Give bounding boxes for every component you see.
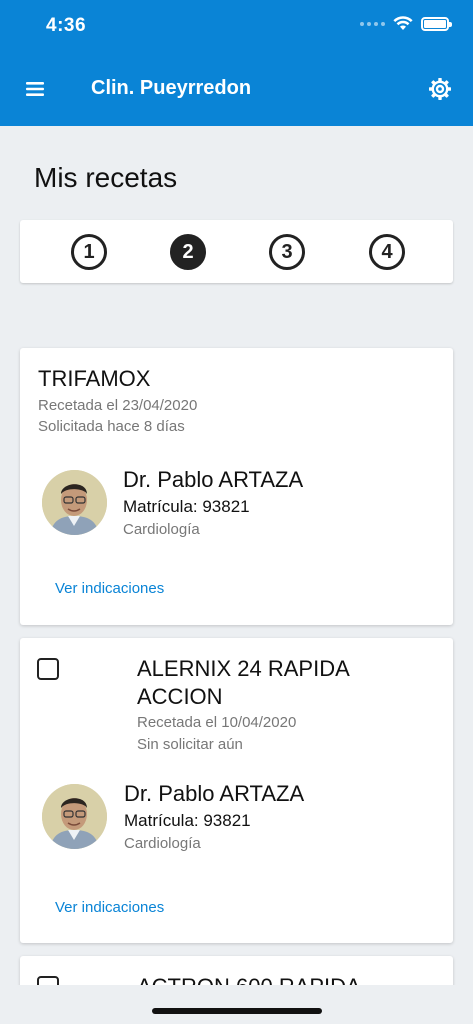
drug-name: ALERNIX 24 RAPIDA	[137, 656, 350, 681]
wifi-icon	[393, 16, 413, 30]
prescription-card: ALERNIX 24 RAPIDA ACCION Recetada el 10/…	[20, 638, 453, 943]
select-checkbox[interactable]	[37, 658, 59, 680]
status-time: 4:36	[46, 15, 87, 36]
home-indicator[interactable]	[152, 1008, 322, 1014]
hamburger-menu-button[interactable]	[24, 79, 46, 99]
request-status: Sin solicitar aún	[137, 736, 243, 753]
status-icons	[360, 16, 452, 31]
prescribed-date: Recetada el 23/04/2020	[38, 397, 198, 414]
drug-name: TRIFAMOX	[38, 366, 151, 391]
cellular-signal-icon	[360, 21, 385, 26]
step-3-button[interactable]: 3	[269, 234, 305, 270]
battery-icon	[421, 16, 452, 31]
doctor-specialty: Cardiología	[124, 835, 201, 852]
step-selector: 1 2 3 4	[20, 220, 453, 283]
prescribed-date: Recetada el 10/04/2020	[137, 714, 297, 731]
prescription-card: TRIFAMOX Recetada el 23/04/2020 Solicita…	[20, 348, 453, 625]
view-instructions-link[interactable]: Ver indicaciones	[55, 899, 164, 916]
view-instructions-link[interactable]: Ver indicaciones	[55, 580, 164, 597]
doctor-license: Matrícula: 93821	[124, 811, 251, 830]
gear-icon[interactable]	[427, 76, 453, 102]
doctor-license: Matrícula: 93821	[123, 497, 250, 516]
step-1-button[interactable]: 1	[71, 234, 107, 270]
request-status: Solicitada hace 8 días	[38, 418, 185, 435]
doctor-name: Dr. Pablo ARTAZA	[123, 467, 304, 492]
page-title: Mis recetas	[34, 162, 178, 193]
app-bar: 4:36 Clin. Pueyrredon	[0, 0, 473, 126]
doctor-avatar	[42, 784, 107, 849]
doctor-avatar	[42, 470, 107, 535]
step-4-button[interactable]: 4	[369, 234, 405, 270]
step-2-button[interactable]: 2	[170, 234, 206, 270]
drug-name-line-2: ACCION	[137, 684, 223, 709]
doctor-name: Dr. Pablo ARTAZA	[124, 781, 305, 806]
bottom-safe-area	[0, 985, 473, 1024]
app-title: Clin. Pueyrredon	[91, 77, 252, 99]
doctor-specialty: Cardiología	[123, 521, 200, 538]
